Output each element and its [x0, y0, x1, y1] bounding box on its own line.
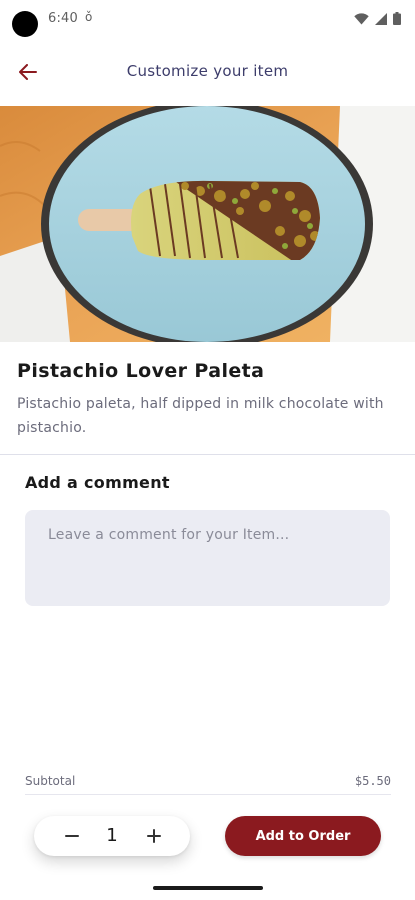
status-notification-icon: ǒ	[85, 10, 93, 24]
quantity-stepper: 1	[34, 816, 190, 856]
battery-icon	[393, 12, 401, 25]
home-indicator[interactable]	[153, 886, 263, 890]
page-title: Customize your item	[126, 62, 289, 80]
comment-input[interactable]	[25, 510, 390, 606]
status-time: 6:40	[48, 11, 78, 26]
increase-quantity-button[interactable]	[134, 816, 174, 856]
divider	[0, 454, 415, 455]
comment-box	[25, 510, 390, 606]
subtotal-value: $5.50	[354, 774, 391, 788]
comment-heading: Add a comment	[25, 473, 170, 492]
product-image	[0, 106, 415, 342]
subtotal-divider	[25, 794, 391, 795]
wifi-icon	[354, 12, 369, 24]
status-icons	[354, 12, 401, 25]
pistachio-paleta-photo	[0, 106, 415, 342]
product-description: Pistachio paleta, half dipped in milk ch…	[17, 396, 384, 436]
camera-cutout	[12, 11, 38, 37]
add-to-order-button[interactable]: Add to Order	[225, 816, 381, 856]
product-name: Pistachio Lover Paleta	[17, 360, 265, 382]
subtotal-label: Subtotal	[25, 774, 76, 788]
header: Customize your item	[0, 40, 415, 104]
status-bar: 6:40 ǒ	[0, 0, 415, 40]
plus-icon	[147, 829, 161, 843]
customize-item-screen: 6:40 ǒ Customize your item Pistachio Lov…	[0, 0, 415, 900]
signal-icon	[375, 12, 387, 25]
